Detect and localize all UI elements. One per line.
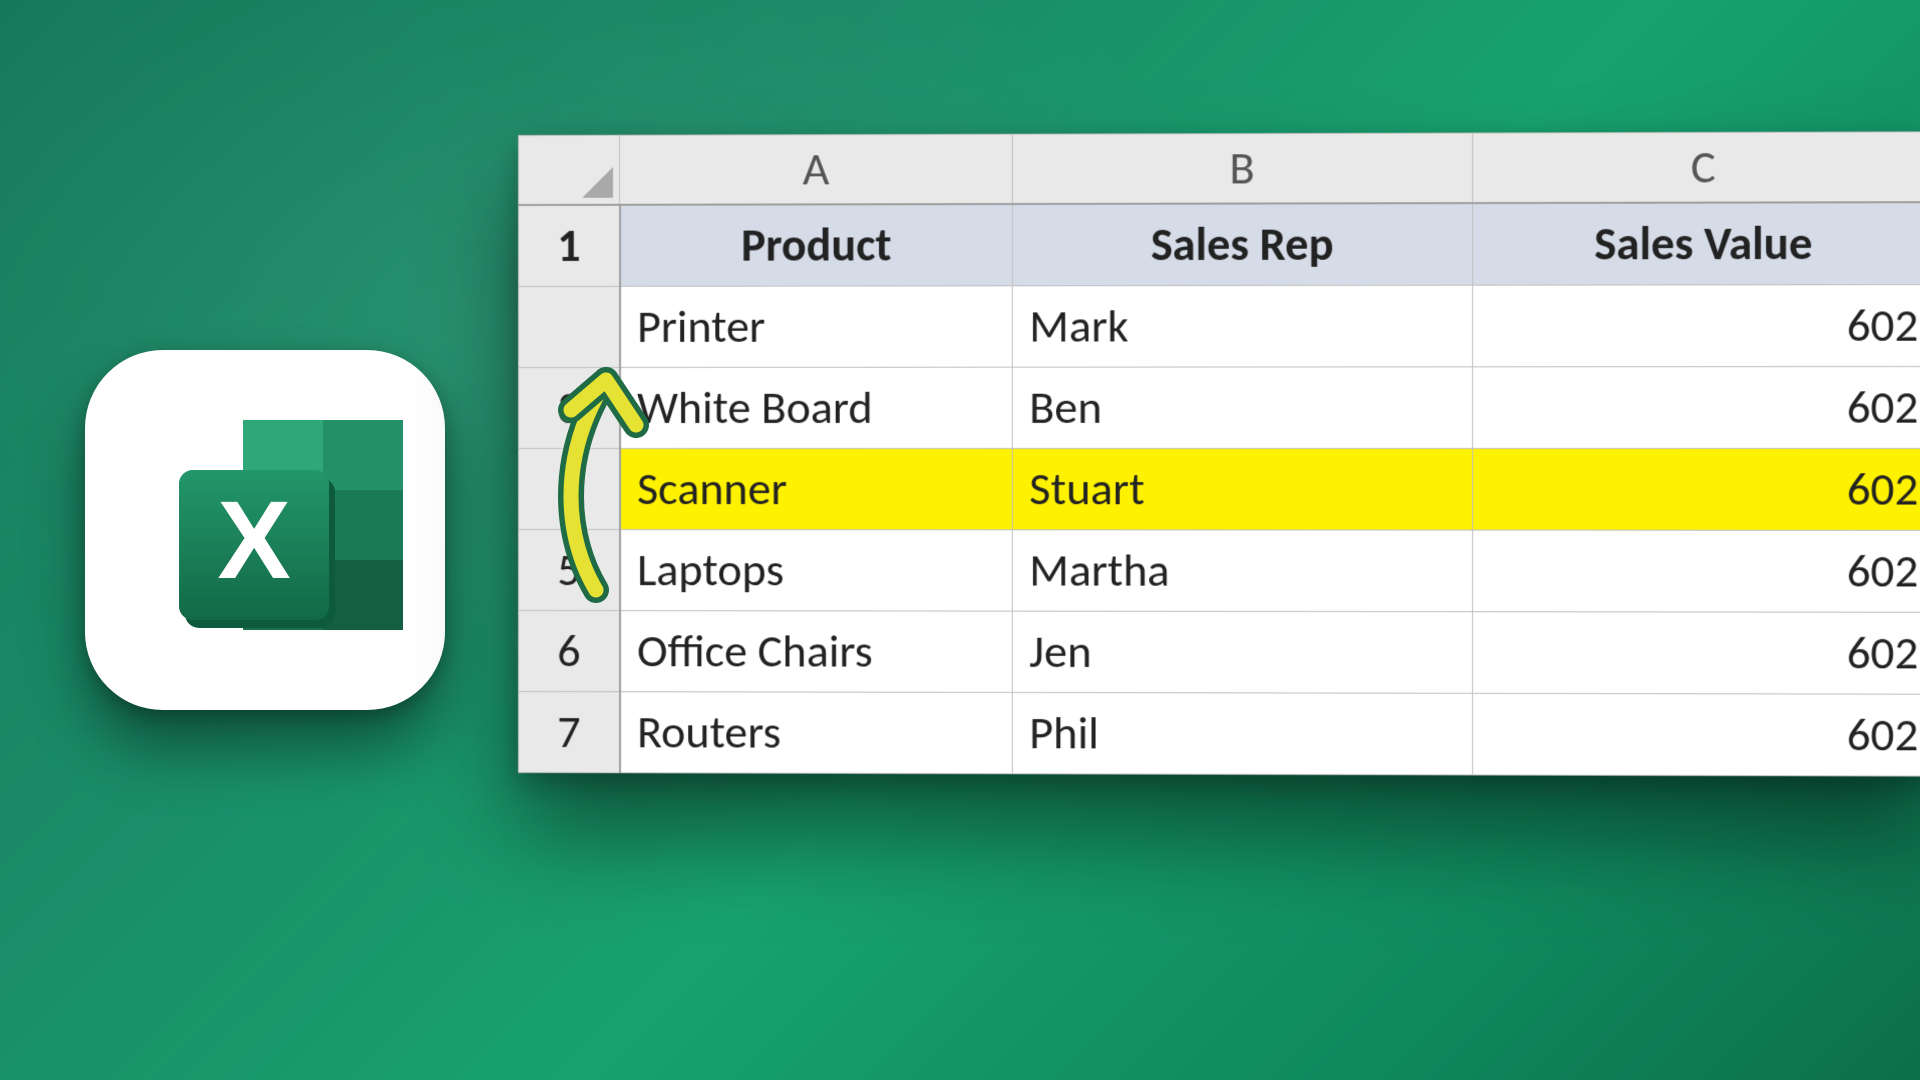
- table-row[interactable]: 3 White Board Ben 602: [518, 367, 1920, 449]
- table-row[interactable]: Printer Mark 602: [518, 285, 1920, 368]
- cell[interactable]: Scanner: [620, 448, 1013, 529]
- excel-icon: X: [85, 350, 445, 710]
- cell[interactable]: Routers: [620, 692, 1013, 774]
- table-row[interactable]: 6 Office Chairs Jen 602: [518, 611, 1920, 695]
- header-row[interactable]: 1 Product Sales Rep Sales Value: [518, 202, 1920, 286]
- cell[interactable]: White Board: [620, 367, 1013, 448]
- col-header-b[interactable]: B: [1013, 133, 1473, 204]
- cell[interactable]: Laptops: [620, 530, 1013, 612]
- cell[interactable]: Office Chairs: [620, 611, 1013, 693]
- excel-app-icon: X: [85, 350, 445, 710]
- cell[interactable]: 602: [1472, 285, 1920, 367]
- row-number[interactable]: 5: [518, 530, 619, 611]
- spreadsheet-panel: A B C 1 Product Sales Rep Sales Value Pr…: [518, 131, 1920, 776]
- column-header-row[interactable]: A B C: [518, 132, 1920, 205]
- cell[interactable]: 602: [1472, 612, 1920, 695]
- col-header-a[interactable]: A: [620, 134, 1013, 205]
- cell[interactable]: Printer: [620, 286, 1013, 368]
- cell[interactable]: Martha: [1013, 530, 1473, 612]
- row-number[interactable]: 3: [518, 367, 619, 448]
- cell[interactable]: Ben: [1013, 367, 1473, 449]
- excel-icon-letter: X: [217, 479, 290, 602]
- spreadsheet-grid[interactable]: A B C 1 Product Sales Rep Sales Value Pr…: [518, 131, 1920, 776]
- cell[interactable]: Sales Value: [1472, 202, 1920, 285]
- cell[interactable]: Sales Rep: [1013, 203, 1473, 286]
- row-number[interactable]: 6: [518, 611, 619, 692]
- cell[interactable]: 602: [1472, 530, 1920, 612]
- table-row-highlighted[interactable]: Scanner Stuart 602: [518, 448, 1920, 530]
- cell[interactable]: Mark: [1013, 285, 1473, 367]
- select-all-corner[interactable]: [518, 135, 619, 205]
- row-number[interactable]: [518, 286, 619, 367]
- table-row[interactable]: 7 Routers Phil 602: [518, 692, 1920, 777]
- cell[interactable]: 602: [1472, 448, 1920, 530]
- cell[interactable]: Stuart: [1013, 448, 1473, 530]
- cell[interactable]: Phil: [1013, 692, 1473, 775]
- row-number[interactable]: [518, 448, 619, 529]
- cell[interactable]: 602: [1472, 693, 1920, 776]
- cell[interactable]: Jen: [1013, 611, 1473, 693]
- table-row[interactable]: 5 Laptops Martha 602: [518, 530, 1920, 613]
- cell[interactable]: Product: [620, 204, 1013, 286]
- row-number[interactable]: 7: [518, 692, 619, 773]
- cell[interactable]: 602: [1472, 367, 1920, 449]
- row-number[interactable]: 1: [518, 205, 619, 287]
- col-header-c[interactable]: C: [1472, 132, 1920, 203]
